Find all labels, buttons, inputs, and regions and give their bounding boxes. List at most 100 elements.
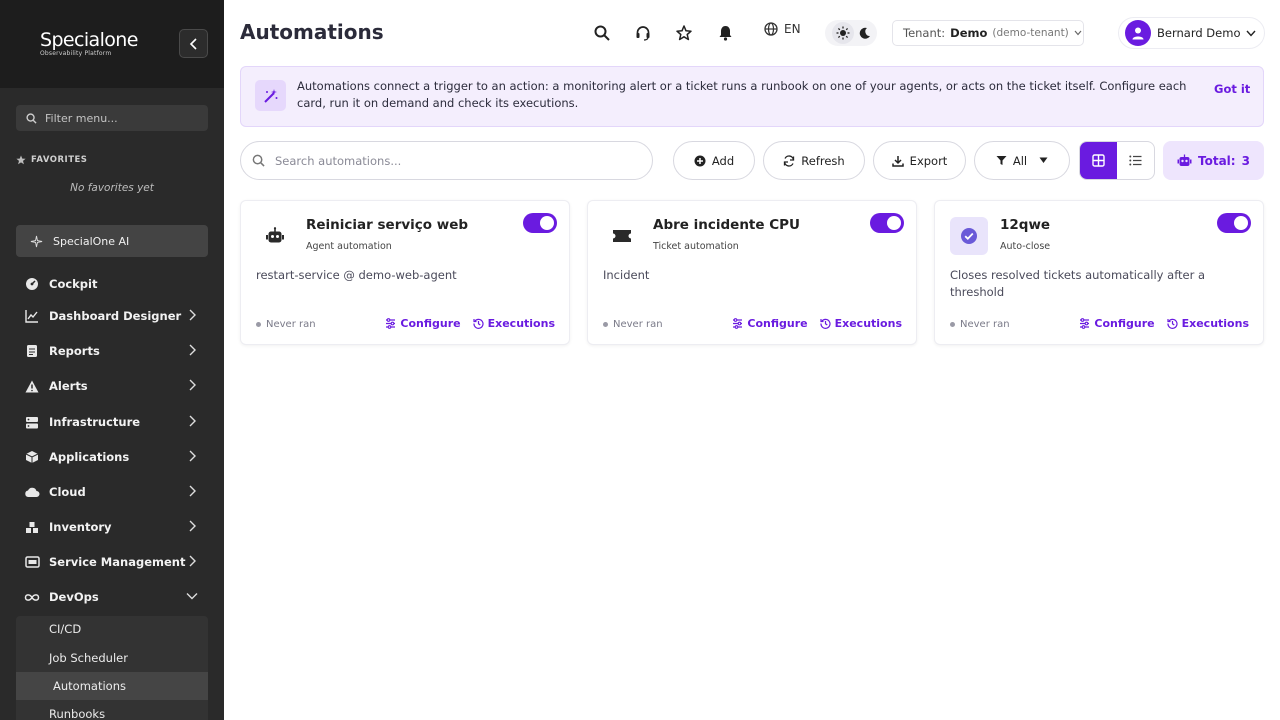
avatar [1125, 20, 1151, 46]
history-icon [1167, 318, 1178, 329]
automation-card[interactable]: Reiniciar serviço web Agent automation r… [240, 200, 570, 345]
sidebar-item-label: Applications [49, 450, 130, 464]
sidebar-item-reports[interactable]: Reports [24, 339, 200, 363]
executions-button[interactable]: Executions [820, 317, 902, 330]
sidebar-header: Specialone Observability Platform [0, 0, 224, 88]
search-automations[interactable] [240, 141, 653, 180]
cloud-icon [24, 484, 40, 500]
configure-button[interactable]: Configure [385, 317, 461, 330]
filter-dropdown[interactable]: All [974, 141, 1070, 180]
logo-tagline: Observability Platform [40, 50, 112, 57]
add-button[interactable]: Add [673, 141, 755, 180]
submenu-item-runbooks[interactable]: Runbooks [49, 707, 105, 720]
enabled-toggle[interactable] [1217, 213, 1251, 233]
grid-icon [1092, 154, 1105, 167]
theme-toggle[interactable] [825, 20, 877, 46]
submenu-item-automations[interactable]: Automations [53, 679, 126, 693]
service-icon [24, 554, 40, 570]
search-button[interactable] [591, 22, 613, 44]
user-menu[interactable]: Bernard Demo [1118, 17, 1265, 49]
total-label: Total: [1198, 153, 1236, 168]
logo[interactable]: Specialone Observability Platform [40, 30, 138, 57]
notifications-button[interactable] [714, 22, 736, 44]
filter-label: All [1012, 153, 1028, 168]
card-description: Closes resolved tickets automatically af… [950, 268, 1206, 299]
executions-button[interactable]: Executions [473, 317, 555, 330]
status-text: Never ran [613, 319, 663, 330]
card-actions: Configure Executions [1079, 317, 1249, 330]
chevron-right-icon [189, 520, 196, 532]
sidebar-item-infrastructure[interactable]: Infrastructure [24, 410, 200, 434]
filter-menu-placeholder: Filter menu... [45, 111, 118, 125]
enabled-toggle[interactable] [523, 213, 557, 233]
favorite-button[interactable] [673, 22, 695, 44]
search-icon [26, 112, 37, 124]
sidebar-item-service-management[interactable]: Service Management [24, 550, 200, 574]
card-type: Auto-close [1000, 241, 1051, 252]
sidebar-item-alerts[interactable]: Alerts [24, 374, 200, 398]
favorites-heading: FAVORITES [16, 155, 87, 165]
chevron-right-icon [189, 485, 196, 497]
light-mode-button[interactable] [831, 22, 854, 44]
configure-button[interactable]: Configure [1079, 317, 1155, 330]
page-title: Automations [240, 20, 384, 44]
status-dot [950, 322, 955, 327]
tenant-selector[interactable]: Tenant: Demo (demo-tenant) [892, 20, 1084, 46]
sidebar-item-label: Dashboard Designer [49, 309, 182, 323]
submenu-item-cicd[interactable]: CI/CD [49, 622, 81, 636]
tenant-name: Demo [950, 26, 988, 40]
executions-button[interactable]: Executions [1167, 317, 1249, 330]
status-dot [603, 322, 608, 327]
sidebar-item-label: DevOps [49, 590, 99, 604]
sidebar-item-cockpit[interactable]: Cockpit [24, 272, 200, 296]
logo-name: Specialone [40, 29, 138, 51]
moon-icon[interactable] [859, 27, 871, 39]
sidebar-item-dashboard-designer[interactable]: Dashboard Designer [24, 304, 200, 328]
history-icon [820, 318, 831, 329]
banner-text: Automations connect a trigger to an acti… [297, 79, 1187, 110]
search-input[interactable] [275, 153, 615, 168]
run-status: Never ran [603, 319, 663, 330]
card-title: Abre incidente CPU [653, 217, 800, 233]
chevron-right-icon [189, 555, 196, 567]
sidebar-item-devops[interactable]: DevOps [24, 585, 200, 609]
card-actions: Configure Executions [732, 317, 902, 330]
bell-icon [719, 26, 731, 41]
card-type: Ticket automation [653, 241, 739, 252]
submenu-item-job-scheduler[interactable]: Job Scheduler [49, 651, 128, 665]
filter-icon [996, 156, 1007, 165]
add-label: Add [711, 153, 735, 168]
support-button[interactable] [632, 22, 654, 44]
automation-card[interactable]: Abre incidente CPU Ticket automation Inc… [587, 200, 917, 345]
specialone-ai-button[interactable]: SpecialOne AI [16, 225, 208, 257]
card-actions: Configure Executions [385, 317, 555, 330]
refresh-button[interactable]: Refresh [763, 141, 865, 180]
history-icon [473, 318, 484, 329]
filter-menu-input[interactable]: Filter menu... [16, 105, 208, 131]
collapse-sidebar-button[interactable] [179, 29, 208, 58]
grid-view-button[interactable] [1080, 142, 1117, 179]
chevron-right-icon [189, 415, 196, 427]
enabled-toggle[interactable] [870, 213, 904, 233]
ticket-icon [603, 217, 641, 255]
language-selector[interactable]: EN [764, 22, 801, 36]
list-view-button[interactable] [1117, 142, 1154, 179]
sidebar-item-label: Cockpit [49, 277, 98, 291]
view-toggle [1079, 141, 1155, 180]
server-icon [24, 414, 40, 430]
devops-submenu: CI/CD Job Scheduler Automations Runbooks [16, 616, 208, 720]
sidebar-item-inventory[interactable]: Inventory [24, 515, 200, 539]
total-value: 3 [1241, 153, 1250, 168]
sidebar-item-label: Reports [49, 344, 100, 358]
export-button[interactable]: Export [873, 141, 966, 180]
sidebar-item-cloud[interactable]: Cloud [24, 480, 200, 504]
sidebar-item-applications[interactable]: Applications [24, 445, 200, 469]
configure-button[interactable]: Configure [732, 317, 808, 330]
sidebar-item-label: Service Management [49, 555, 186, 569]
sidebar-item-label: Inventory [49, 520, 112, 534]
automation-card[interactable]: 12qwe Auto-close Closes resolved tickets… [934, 200, 1264, 345]
card-description: Incident [603, 268, 650, 282]
sidebar: Specialone Observability Platform Filter… [0, 0, 224, 720]
got-it-button[interactable]: Got it [1214, 82, 1250, 96]
chevron-right-icon [189, 344, 196, 356]
